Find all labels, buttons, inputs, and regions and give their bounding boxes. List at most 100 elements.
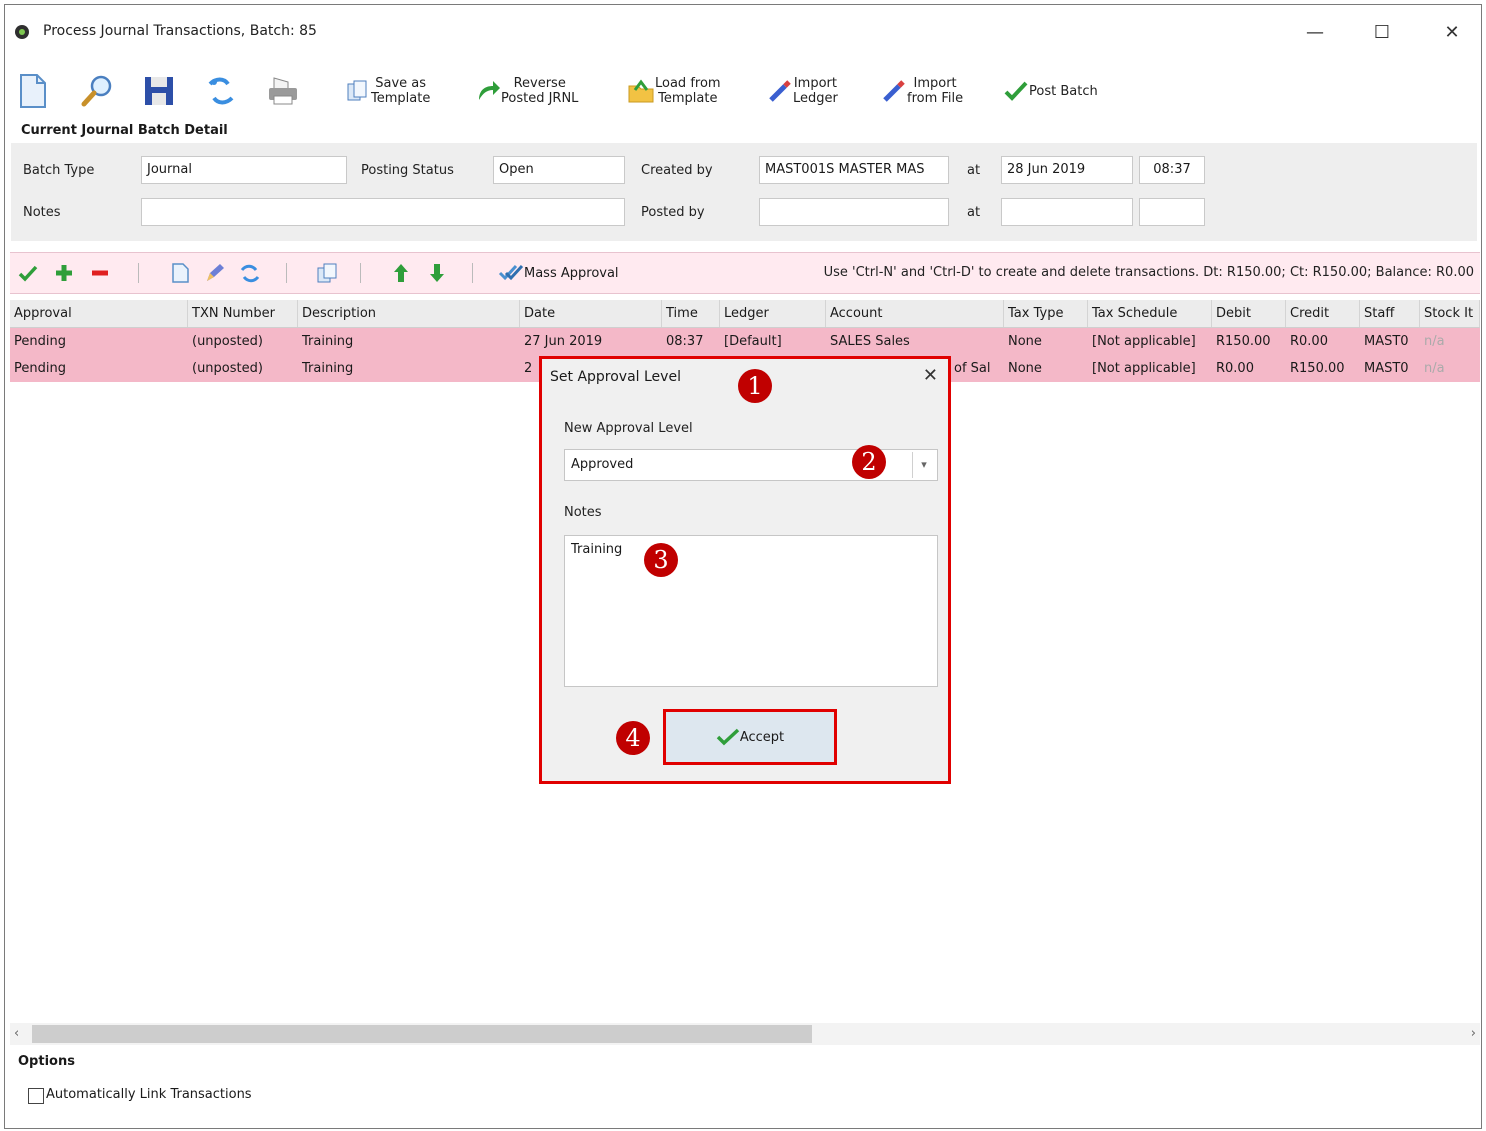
options-title: Options <box>18 1054 75 1069</box>
import-from-file-label: Import from File <box>907 76 964 106</box>
step-badge-3: 3 <box>644 543 678 577</box>
mass-approval-button[interactable]: Mass Approval <box>498 263 619 283</box>
col-header-credit[interactable]: Credit <box>1286 300 1360 327</box>
horizontal-scrollbar[interactable]: ‹ › <box>10 1023 1480 1045</box>
cell-ledger: [Default] <box>724 334 782 349</box>
double-check-icon <box>498 264 524 281</box>
cell-tax-schedule: [Not applicable] <box>1092 361 1196 376</box>
notes-field[interactable] <box>141 198 625 226</box>
approve-check-icon[interactable] <box>18 264 38 282</box>
col-header-staff[interactable]: Staff <box>1360 300 1420 327</box>
col-header-approval[interactable]: Approval <box>10 300 188 327</box>
cell-description: Training <box>302 334 354 349</box>
cell-stock-item: n/a <box>1424 334 1445 349</box>
col-header-date[interactable]: Date <box>520 300 662 327</box>
reverse-posted-jrnl-button[interactable]: Reverse Posted JRNL <box>475 71 578 111</box>
maximize-button[interactable]: ☐ <box>1362 19 1402 47</box>
col-header-account[interactable]: Account <box>826 300 1004 327</box>
new-txn-icon[interactable] <box>170 262 190 284</box>
close-button[interactable]: ✕ <box>1432 19 1472 47</box>
col-header-txn-number[interactable]: TXN Number <box>188 300 298 327</box>
cell-date: 27 Jun 2019 <box>524 334 603 349</box>
cell-tax-schedule: [Not applicable] <box>1092 334 1196 349</box>
dialog-title: Set Approval Level <box>550 369 681 385</box>
col-header-time[interactable]: Time <box>662 300 720 327</box>
copy-icon[interactable] <box>316 262 338 284</box>
import-file-icon <box>883 80 905 102</box>
chevron-down-icon[interactable]: ▾ <box>912 452 935 478</box>
grid-info-text: Use 'Ctrl-N' and 'Ctrl-D' to create and … <box>823 265 1474 280</box>
auto-link-label: Automatically Link Transactions <box>46 1087 252 1102</box>
posting-status-field[interactable]: Open <box>493 156 625 184</box>
scroll-left-icon[interactable]: ‹ <box>14 1023 19 1045</box>
dialog-notes-textarea[interactable]: Training <box>564 535 938 687</box>
col-header-ledger[interactable]: Ledger <box>720 300 826 327</box>
move-up-icon[interactable] <box>392 262 410 284</box>
created-by-label: Created by <box>641 163 713 178</box>
delete-row-icon[interactable] <box>90 263 110 283</box>
posted-by-field[interactable] <box>759 198 949 226</box>
grid-toolbar: Mass Approval Use 'Ctrl-N' and 'Ctrl-D' … <box>10 252 1480 294</box>
col-header-tax-schedule[interactable]: Tax Schedule <box>1088 300 1212 327</box>
cell-debit: R0.00 <box>1216 361 1254 376</box>
save-as-template-button[interactable]: Save as Template <box>345 71 430 111</box>
search-icon[interactable] <box>77 71 117 111</box>
posted-at-label: at <box>967 205 981 220</box>
cell-credit: R150.00 <box>1290 361 1345 376</box>
step-badge-1: 1 <box>738 369 772 403</box>
step-badge-4: 4 <box>616 721 650 755</box>
post-batch-label: Post Batch <box>1029 83 1098 99</box>
title-bar: Process Journal Transactions, Batch: 85 … <box>5 5 1481 57</box>
cell-account: SALES Sales <box>830 334 910 349</box>
move-down-icon[interactable] <box>428 262 446 284</box>
step-badge-2: 2 <box>852 445 886 479</box>
cell-tax-type: None <box>1008 334 1042 349</box>
window-title: Process Journal Transactions, Batch: 85 <box>43 23 317 39</box>
created-time-field[interactable]: 08:37 <box>1139 156 1205 184</box>
add-row-icon[interactable] <box>54 263 74 283</box>
col-header-debit[interactable]: Debit <box>1212 300 1286 327</box>
load-from-template-label: Load from Template <box>655 76 721 106</box>
accept-button[interactable]: Accept <box>663 709 837 765</box>
post-batch-button[interactable]: Post Batch <box>1003 71 1098 111</box>
batch-detail-title: Current Journal Batch Detail <box>21 123 228 138</box>
notes-label: Notes <box>23 205 61 220</box>
scroll-right-icon[interactable]: › <box>1471 1023 1476 1045</box>
cell-credit: R0.00 <box>1290 334 1328 349</box>
dialog-notes-value: Training <box>571 542 623 557</box>
dialog-notes-label: Notes <box>564 505 602 520</box>
created-by-field[interactable]: MAST001S MASTER MAS <box>759 156 949 184</box>
created-date-field[interactable]: 28 Jun 2019 <box>1001 156 1133 184</box>
edit-icon[interactable] <box>204 262 226 284</box>
import-ledger-button[interactable]: Import Ledger <box>767 71 838 111</box>
cell-txn-number: (unposted) <box>192 361 263 376</box>
minimize-button[interactable]: — <box>1295 19 1335 47</box>
refresh-icon[interactable] <box>201 71 241 111</box>
checkmark-icon <box>716 728 740 746</box>
scrollbar-thumb[interactable] <box>32 1025 812 1043</box>
checkmark-icon <box>1004 81 1028 101</box>
save-as-template-label: Save as Template <box>371 76 431 106</box>
cell-tax-type: None <box>1008 361 1042 376</box>
approval-level-value: Approved <box>571 457 634 472</box>
posted-time-field[interactable] <box>1139 198 1205 226</box>
cell-account: of Sal <box>954 361 991 376</box>
refresh-grid-icon[interactable] <box>238 262 262 284</box>
batch-type-field[interactable]: Journal <box>141 156 347 184</box>
new-document-icon[interactable] <box>13 71 53 111</box>
col-header-description[interactable]: Description <box>298 300 520 327</box>
col-header-stock-item[interactable]: Stock It <box>1420 300 1480 327</box>
import-from-file-button[interactable]: Import from File <box>881 71 963 111</box>
cell-time: 08:37 <box>666 334 704 349</box>
save-icon[interactable] <box>139 71 179 111</box>
printer-icon[interactable] <box>263 71 303 111</box>
table-row[interactable]: Pending (unposted) Training 27 Jun 2019 … <box>10 328 1480 355</box>
auto-link-checkbox[interactable] <box>28 1088 44 1104</box>
separator <box>360 263 361 283</box>
dialog-close-icon[interactable]: ✕ <box>923 365 938 386</box>
posting-status-label: Posting Status <box>361 163 454 178</box>
batch-type-label: Batch Type <box>23 163 95 178</box>
posted-date-field[interactable] <box>1001 198 1133 226</box>
col-header-tax-type[interactable]: Tax Type <box>1004 300 1088 327</box>
load-from-template-button[interactable]: Load from Template <box>627 71 721 111</box>
